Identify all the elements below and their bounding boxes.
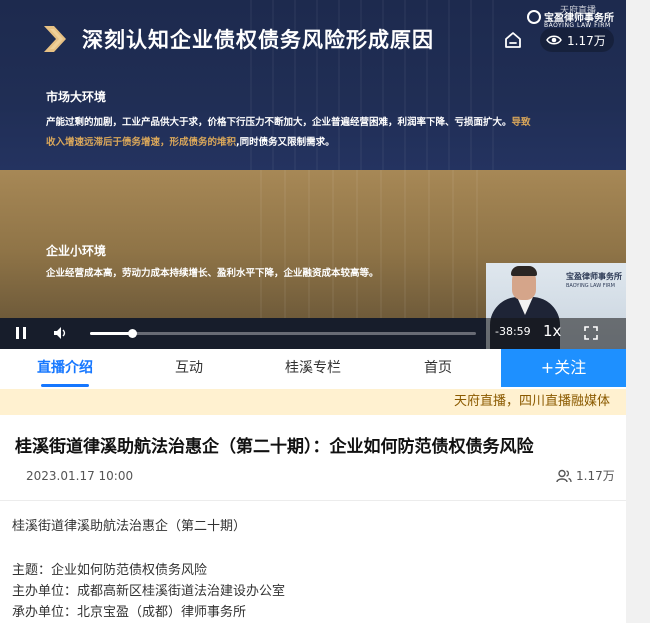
section-enterprise-heading: 企业小环境 [46, 244, 107, 258]
description-line: 主题：企业如何防范债权债务风险 [12, 563, 208, 578]
home-icon[interactable] [503, 30, 523, 50]
notice-banner: 天府直播，四川直播融媒体 [0, 389, 626, 415]
users-icon [556, 469, 572, 482]
video-player[interactable]: 天府直播 宝盈律师事务所 BAOYING LAW FIRM 深刻认知企业债权债务… [0, 0, 626, 349]
progress-knob[interactable] [128, 329, 138, 338]
slide-title: 深刻认知企业债权债务风险形成原因 [82, 28, 434, 52]
notice-text: 天府直播，四川直播融媒体 [453, 394, 610, 409]
playback-speed-button[interactable]: 1x [543, 322, 561, 340]
live-page: 天府直播 宝盈律师事务所 BAOYING LAW FIRM 深刻认知企业债权债务… [0, 0, 650, 623]
pip-logo: 宝盈律师事务所 [566, 272, 622, 281]
market-line-2: ,同时债务又限制需求。 [236, 137, 335, 148]
follow-button[interactable]: +关注 [501, 349, 626, 387]
progress-track[interactable] [90, 329, 476, 338]
eye-icon [546, 35, 562, 45]
tab-bar: 直播介绍 互动 桂溪专栏 首页 +关注 [0, 349, 626, 389]
time-remaining: -38:59 [495, 325, 531, 338]
tab-interaction[interactable]: 互动 [150, 349, 228, 387]
article-views-value: 1.17万 [576, 469, 615, 483]
market-line-1: 产能过剩的加剧，工业产品供大于求，价格下行压力不断加大，企业普遍经营困难，利润率… [46, 117, 512, 128]
section-enterprise-body: 企业经营成本高，劳动力成本持续增长、盈利水平下降，企业融资成本较高等。 [46, 268, 379, 279]
tab-home[interactable]: 首页 [398, 349, 478, 387]
progress-fill [90, 332, 133, 335]
pause-icon[interactable] [14, 326, 28, 340]
market-highlight-1: 导致 [511, 117, 531, 128]
section-market-body: 产能过剩的加剧，工业产品供大于求，价格下行压力不断加大，企业普遍经营困难，利润率… [46, 113, 531, 153]
page-scrollbar[interactable] [626, 0, 650, 623]
article-view-count: 1.17万 [556, 467, 615, 484]
pip-logo-sub: BAOYING LAW FIRM [566, 283, 615, 289]
section-market-heading: 市场大环境 [46, 90, 107, 104]
article-date: 2023.01.17 10:00 [26, 469, 134, 483]
logo-badge-icon [527, 10, 541, 24]
market-highlight-2: 收入增速远滞后于债务增速，形成债务的堆积 [46, 137, 237, 148]
fullscreen-icon[interactable] [584, 326, 598, 340]
view-count: 1.17万 [567, 33, 606, 48]
tab-guixi-column[interactable]: 桂溪专栏 [268, 349, 358, 387]
player-controls: -38:59 1x [0, 318, 626, 349]
tab-active-indicator [41, 384, 89, 387]
description-line: 承办单位：北京宝盈（成都）律师事务所 [12, 605, 247, 620]
divider [0, 500, 626, 501]
presenter-hair [511, 266, 537, 276]
view-count-badge: 1.17万 [540, 28, 614, 52]
article-title: 桂溪街道律溪助航法治惠企（第二十期）：企业如何防范债权债务风险 [15, 437, 534, 457]
chevron-logo-icon [44, 26, 66, 52]
description-line: 主办单位：成都高新区桂溪街道法治建设办公室 [12, 584, 286, 599]
volume-icon[interactable] [52, 325, 68, 341]
description-line: 桂溪街道律溪助航法治惠企（第二十期） [12, 519, 247, 534]
tab-live-intro[interactable]: 直播介绍 [22, 349, 108, 387]
